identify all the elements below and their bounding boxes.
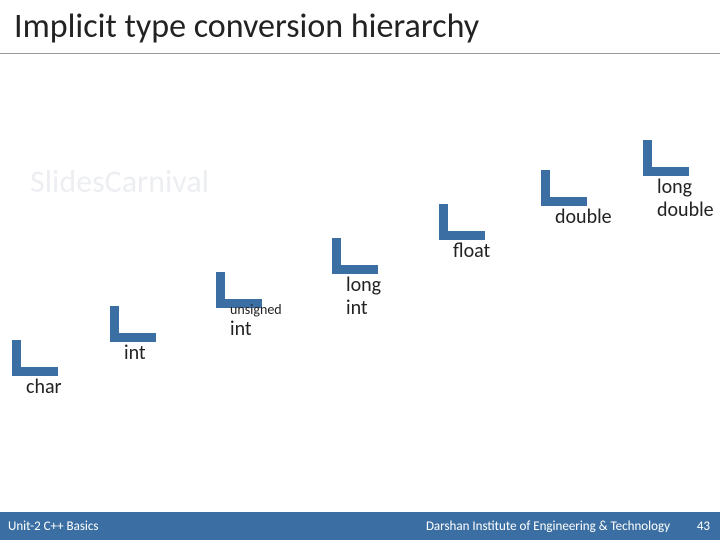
step-label: int	[124, 342, 146, 365]
step-label: long double	[657, 176, 714, 222]
step-marker-icon	[541, 170, 577, 206]
step-label-small: unsigned	[230, 302, 282, 318]
footer-bar: Unit-2 C++ Basics Darshan Institute of E…	[0, 512, 720, 540]
step-label-line2: double	[657, 198, 714, 222]
step-label-line1: long	[657, 175, 692, 199]
step-marker-icon	[332, 238, 368, 274]
step-label: long int	[346, 274, 381, 320]
step-label: char	[26, 376, 62, 399]
title-divider	[0, 53, 720, 54]
footer-page-number: 43	[697, 512, 710, 540]
step-marker-icon	[643, 140, 679, 176]
step-label: float	[453, 240, 490, 263]
step-marker-icon	[12, 340, 48, 376]
step-label: double	[555, 206, 612, 229]
step-marker-icon	[110, 306, 146, 342]
page-title: Implicit type conversion hierarchy	[0, 0, 720, 53]
footer-unit: Unit-2 C++ Basics	[0, 519, 98, 534]
hierarchy-diagram: char int unsigned int long int	[0, 120, 720, 420]
footer-institute: Darshan Institute of Engineering & Techn…	[426, 519, 720, 534]
step-label: unsigned int	[230, 302, 282, 341]
step-label-big: int	[230, 317, 252, 341]
step-marker-icon	[439, 204, 475, 240]
